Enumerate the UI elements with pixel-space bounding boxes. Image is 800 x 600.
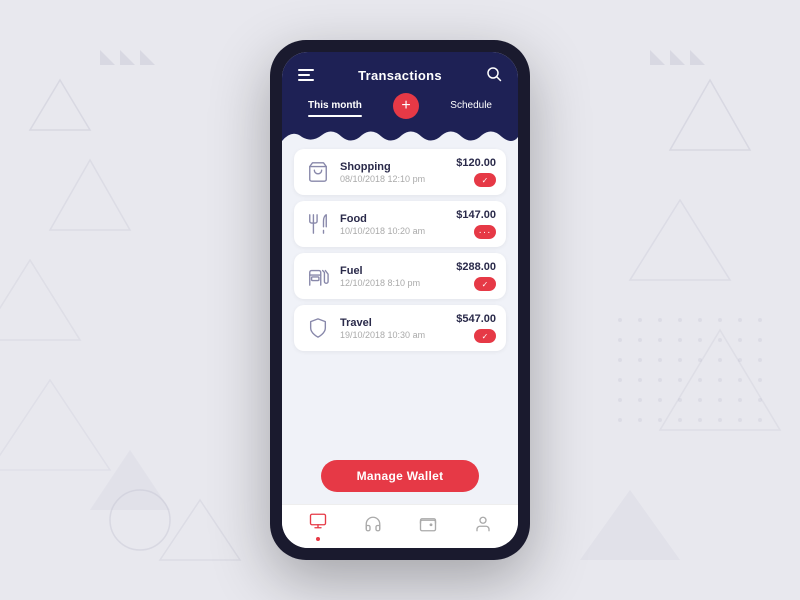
manage-wallet-button[interactable]: Manage Wallet bbox=[321, 460, 480, 492]
transaction-right: $147.00 ··· bbox=[456, 209, 496, 239]
transaction-status: ✓ bbox=[474, 329, 496, 343]
transaction-info: Fuel 12/10/2018 8:10 pm bbox=[340, 265, 448, 288]
transaction-date: 19/10/2018 10:30 am bbox=[340, 330, 448, 340]
transaction-status: ✓ bbox=[474, 277, 496, 291]
cloud-wave bbox=[282, 123, 518, 141]
transaction-info: Food 10/10/2018 10:20 am bbox=[340, 213, 448, 236]
transaction-right: $288.00 ✓ bbox=[456, 261, 496, 291]
tab-schedule[interactable]: Schedule bbox=[450, 100, 492, 117]
manage-wallet-section: Manage Wallet bbox=[282, 450, 518, 504]
nav-item-profile[interactable] bbox=[474, 515, 492, 538]
transaction-item[interactable]: Food 10/10/2018 10:20 am $147.00 ··· bbox=[294, 201, 506, 247]
transaction-amount: $288.00 bbox=[456, 261, 496, 273]
transaction-amount: $147.00 bbox=[456, 209, 496, 221]
wallet-nav-icon bbox=[419, 515, 437, 538]
transaction-status: ✓ bbox=[474, 173, 496, 187]
menu-icon[interactable] bbox=[298, 68, 314, 84]
transaction-item[interactable]: Travel 19/10/2018 10:30 am $547.00 ✓ bbox=[294, 305, 506, 351]
transaction-name: Fuel bbox=[340, 265, 448, 277]
transaction-name: Shopping bbox=[340, 161, 448, 173]
phone-frame: Transactions This month + Schedule bbox=[270, 40, 530, 560]
transaction-right: $120.00 ✓ bbox=[456, 157, 496, 187]
transaction-name: Food bbox=[340, 213, 448, 225]
transaction-amount: $120.00 bbox=[456, 157, 496, 169]
search-icon[interactable] bbox=[486, 66, 502, 85]
profile-nav-icon bbox=[474, 515, 492, 538]
add-transaction-button[interactable]: + bbox=[393, 93, 419, 119]
nav-item-transactions[interactable] bbox=[309, 512, 327, 541]
transaction-info: Travel 19/10/2018 10:30 am bbox=[340, 317, 448, 340]
transactions-list: Shopping 08/10/2018 12:10 pm $120.00 ✓ bbox=[282, 141, 518, 450]
transaction-date: 08/10/2018 12:10 pm bbox=[340, 174, 448, 184]
tab-this-month[interactable]: This month bbox=[308, 100, 362, 117]
phone-screen: Transactions This month + Schedule bbox=[282, 52, 518, 548]
transaction-item[interactable]: Fuel 12/10/2018 8:10 pm $288.00 ✓ bbox=[294, 253, 506, 299]
transaction-date: 12/10/2018 8:10 pm bbox=[340, 278, 448, 288]
transaction-status: ··· bbox=[474, 225, 496, 239]
bottom-nav bbox=[282, 504, 518, 548]
header: Transactions This month + Schedule bbox=[282, 52, 518, 123]
transaction-date: 10/10/2018 10:20 am bbox=[340, 226, 448, 236]
nav-item-support[interactable] bbox=[364, 515, 382, 538]
transaction-right: $547.00 ✓ bbox=[456, 313, 496, 343]
support-nav-icon bbox=[364, 515, 382, 538]
shopping-icon bbox=[304, 158, 332, 186]
transaction-name: Travel bbox=[340, 317, 448, 329]
nav-active-dot bbox=[316, 537, 320, 541]
fuel-icon bbox=[304, 262, 332, 290]
transaction-amount: $547.00 bbox=[456, 313, 496, 325]
travel-icon bbox=[304, 314, 332, 342]
page-title: Transactions bbox=[358, 68, 442, 83]
transactions-nav-icon bbox=[309, 512, 327, 535]
transaction-item[interactable]: Shopping 08/10/2018 12:10 pm $120.00 ✓ bbox=[294, 149, 506, 195]
food-icon bbox=[304, 210, 332, 238]
transaction-info: Shopping 08/10/2018 12:10 pm bbox=[340, 161, 448, 184]
nav-item-wallet[interactable] bbox=[419, 515, 437, 538]
